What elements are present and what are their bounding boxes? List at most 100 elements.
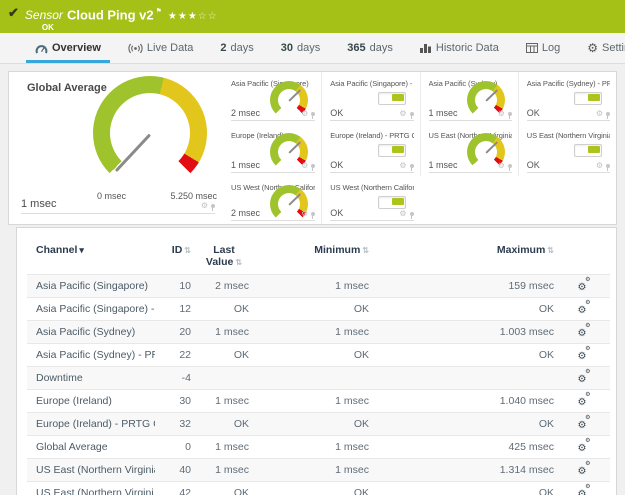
table-row: Downtime-4 [27,367,610,390]
channel-panel[interactable]: US West (Northern California)...OK⚙ [321,176,419,224]
tab-log[interactable]: Log [517,33,569,63]
tab-live-data[interactable]: Live Data [119,33,202,63]
toggle-knob [392,94,404,101]
pin-icon[interactable] [606,164,610,168]
cell-id: 20 [155,321,195,344]
column-header-minimum[interactable]: Minimum⇅ [253,242,373,275]
tab-settings[interactable]: ⚙Settings [578,33,625,63]
channel-settings-gears-icon[interactable] [578,279,591,290]
cell-maximum: 1.314 msec [373,459,558,482]
gear-icon[interactable]: ⚙ [498,162,505,170]
channel-panel-title: US East (Northern Virginia) - ... [527,131,610,140]
table-row: Asia Pacific (Singapore)102 msec1 msec15… [27,275,610,298]
stars-empty-icon[interactable]: ☆☆ [198,11,218,22]
cell-channel: Asia Pacific (Singapore) - ... [27,298,155,321]
column-header-id[interactable]: ID⇅ [155,242,195,275]
gear-icon[interactable]: ⚙ [399,162,406,170]
gear-icon[interactable]: ⚙ [301,210,308,218]
gear-icon[interactable]: ⚙ [399,110,406,118]
tab-2-days[interactable]: 2days [211,33,262,63]
toggle-knob [392,146,404,153]
sort-icon: ⇅ [362,246,369,255]
channel-panel-value-row: 1 msec⚙ [429,160,512,173]
priority-stars[interactable]: ★★★☆☆ [168,6,218,23]
tab-label: days [370,42,393,54]
channel-settings-gears-icon[interactable] [578,302,591,313]
pin-icon[interactable] [508,164,512,168]
log-icon [526,43,538,53]
tab-bar: OverviewLive Data2days30days365daysHisto… [0,33,625,64]
stars-filled-icon[interactable]: ★★★ [168,11,198,22]
tab-number: 2 [220,42,226,54]
channel-panel-value: 2 msec [231,208,260,218]
cell-channel: Downtime [27,367,155,390]
signal-icon [128,43,143,53]
pin-icon[interactable] [508,112,512,116]
gear-icon[interactable]: ⚙ [399,210,406,218]
gauge-icon [35,43,48,54]
gear-icon[interactable]: ⚙ [201,202,208,210]
pin-icon[interactable] [606,112,610,116]
tab-historic-data[interactable]: Historic Data [411,33,508,63]
pin-icon[interactable] [410,164,414,168]
cell-channel: Asia Pacific (Sydney) [27,321,155,344]
tab-number: 30 [281,42,293,54]
channel-panel-value: OK [330,160,343,170]
channel-panel[interactable]: Asia Pacific (Sydney)1 msec⚙ [420,72,518,124]
pin-icon[interactable] [311,212,315,216]
cell-id: 32 [155,413,195,436]
pin-icon[interactable] [410,212,414,216]
channel-panel[interactable]: Europe (Ireland) - PRTG Cloud...OK⚙ [321,124,419,176]
channel-panel[interactable]: US East (Northern Virginia) - ...OK⚙ [518,124,616,176]
status-ok-check-icon: ✔ [8,5,19,21]
tab-30-days[interactable]: 30days [272,33,330,63]
channel-settings-gears-icon[interactable] [578,486,591,495]
channel-panel-title: Asia Pacific (Singapore) - PR... [330,79,413,88]
cell-minimum: OK [253,298,373,321]
cell-id: 10 [155,275,195,298]
channel-panel[interactable]: Asia Pacific (Singapore) - PR...OK⚙ [321,72,419,124]
tab-label: Live Data [147,42,193,54]
tab-label: Overview [52,42,101,54]
cell-last-value [195,367,253,390]
channel-settings-gears-icon[interactable] [578,463,591,474]
channel-settings-gears-icon[interactable] [578,371,591,382]
pin-icon[interactable] [410,112,414,116]
page-title: Cloud Ping v2 [67,7,154,22]
column-header-last-value[interactable]: Last Value⇅ [195,242,253,275]
tab-label: Log [542,42,560,54]
column-header-channel[interactable]: Channel▾ [27,242,155,275]
channel-settings-gears-icon[interactable] [578,325,591,336]
tab-365-days[interactable]: 365days [338,33,402,63]
pin-icon[interactable] [211,204,215,208]
cell-actions [558,367,610,390]
channel-panel[interactable]: Asia Pacific (Singapore)2 msec⚙ [223,72,321,124]
channel-settings-gears-icon[interactable] [578,348,591,359]
column-header-maximum[interactable]: Maximum⇅ [373,242,558,275]
gear-icon[interactable]: ⚙ [301,162,308,170]
cell-last-value: 1 msec [195,321,253,344]
sensor-kind-label: Sensor [25,8,63,22]
channel-settings-gears-icon[interactable] [578,417,591,428]
global-average-panel[interactable]: Global Average 0 msec 5.250 msec 1 msec … [9,72,223,224]
pin-icon[interactable] [311,112,315,116]
channel-settings-gears-icon[interactable] [578,440,591,451]
pin-icon[interactable] [311,164,315,168]
gear-icon[interactable]: ⚙ [498,110,505,118]
sort-icon: ⇅ [184,246,191,255]
tab-overview[interactable]: Overview [26,33,110,63]
gear-icon[interactable]: ⚙ [596,110,603,118]
channel-panel[interactable]: US East (Northern Virginia)1 msec⚙ [420,124,518,176]
channel-panel[interactable]: US West (Northern California)2 msec⚙ [223,176,321,224]
channel-panel[interactable]: Asia Pacific (Sydney) - PRTG ...OK⚙ [518,72,616,124]
channel-settings-gears-icon[interactable] [578,394,591,405]
cell-minimum: 1 msec [253,275,373,298]
gauge-needle [289,193,302,206]
tab-label: Historic Data [436,42,499,54]
cell-actions [558,413,610,436]
cell-maximum: OK [373,482,558,495]
gear-icon[interactable]: ⚙ [301,110,308,118]
flag-icon[interactable]: ⚑ [156,8,162,15]
channel-panel[interactable]: Europe (Ireland)1 msec⚙ [223,124,321,176]
gear-icon[interactable]: ⚙ [596,162,603,170]
